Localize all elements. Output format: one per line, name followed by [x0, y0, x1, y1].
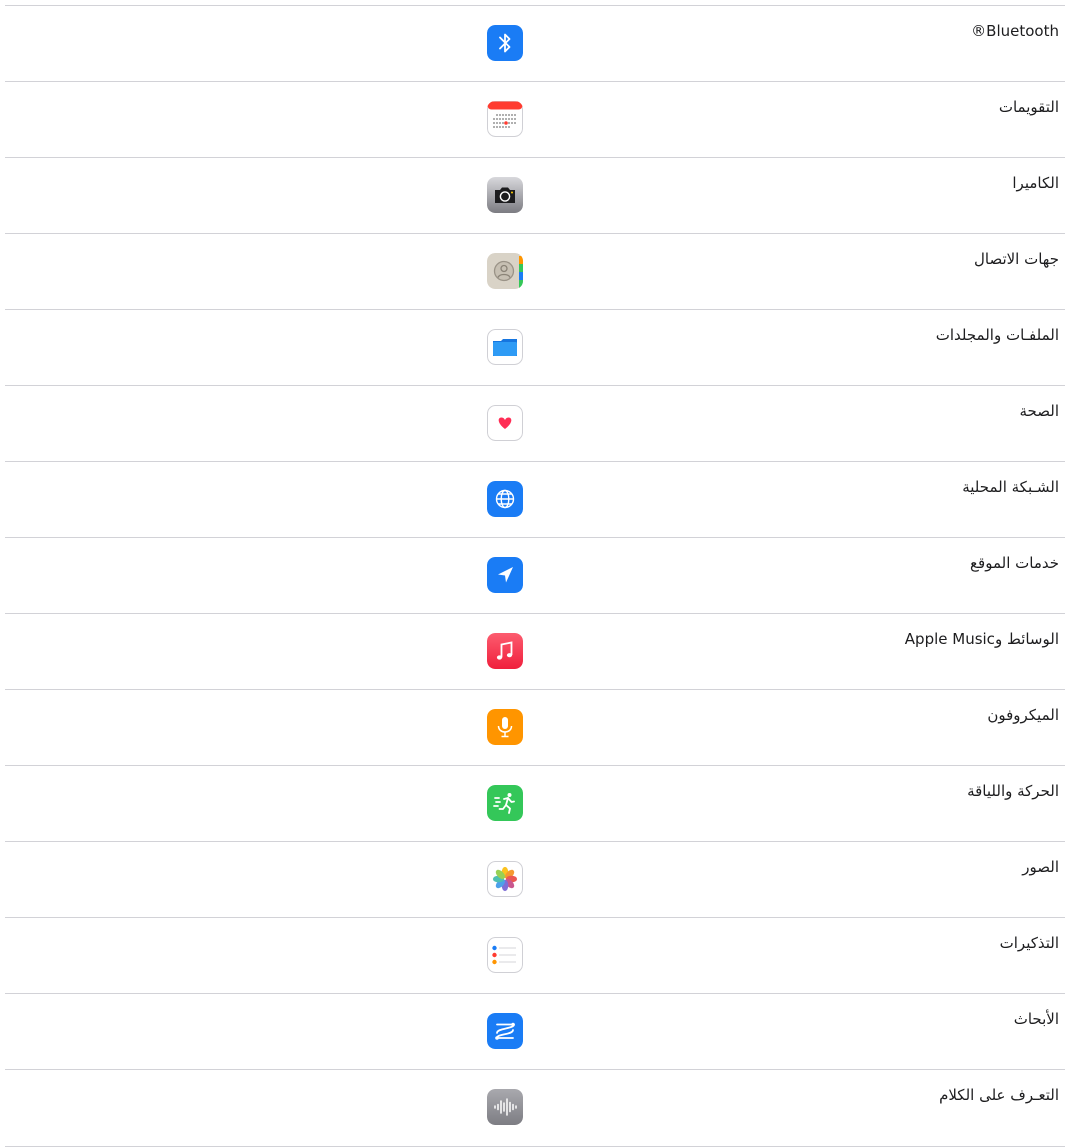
permission-row-health: الصحة: [5, 385, 1065, 462]
photos-icon: [487, 861, 523, 897]
microphone-icon: [487, 709, 523, 745]
permission-label: الأبحاث: [1013, 1010, 1059, 1028]
speech-recognition-icon: [487, 1089, 523, 1125]
permission-label: خدمات الموقع: [970, 554, 1059, 572]
permission-row-photos: الصور: [5, 841, 1065, 918]
permission-row-camera: الكاميرا: [5, 157, 1065, 234]
bluetooth-icon: [487, 25, 523, 61]
permission-label: الصور: [1022, 858, 1059, 876]
location-services-icon: [487, 557, 523, 593]
privacy-permissions-table: Bluetooth® التقويمات الكاميرا جهات الاتص…: [0, 0, 1070, 1147]
reminders-icon: [487, 937, 523, 973]
camera-icon: [487, 177, 523, 213]
permission-row-reminders: التذكيرات: [5, 917, 1065, 994]
permission-label: التقويمات: [998, 98, 1059, 116]
permission-label: جهات الاتصال: [973, 250, 1059, 268]
permission-label: الكاميرا: [1012, 174, 1059, 192]
permission-row-local-network: الشـبكة المحلية: [5, 461, 1065, 538]
music-icon: [487, 633, 523, 669]
local-network-icon: [487, 481, 523, 517]
permission-label: الوسائط وApple Music: [904, 630, 1059, 648]
permission-row-speech-recognition: التعـرف على الكلام: [5, 1069, 1065, 1147]
permission-row-media-apple-music: الوسائط وApple Music: [5, 613, 1065, 690]
permission-label: التعـرف على الكلام: [939, 1086, 1059, 1104]
calendar-icon: [487, 101, 523, 137]
permission-label: التذكيرات: [999, 934, 1059, 952]
permission-row-research: الأبحاث: [5, 993, 1065, 1070]
permission-label: الملفـات والمجلدات: [935, 326, 1059, 344]
permission-row-microphone: الميكروفون: [5, 689, 1065, 766]
contacts-icon: [487, 253, 523, 289]
permission-row-location-services: خدمات الموقع: [5, 537, 1065, 614]
permission-row-files-folders: الملفـات والمجلدات: [5, 309, 1065, 386]
health-icon: [487, 405, 523, 441]
permission-label: الشـبكة المحلية: [962, 478, 1059, 496]
permission-label: الصحة: [1019, 402, 1059, 420]
permission-row-calendars: التقويمات: [5, 81, 1065, 158]
permission-label: Bluetooth®: [971, 22, 1059, 40]
motion-fitness-icon: [487, 785, 523, 821]
permission-label: الحركة واللياقة: [967, 782, 1059, 800]
research-icon: [487, 1013, 523, 1049]
permission-row-bluetooth: Bluetooth®: [5, 5, 1065, 82]
permission-row-contacts: جهات الاتصال: [5, 233, 1065, 310]
permission-label: الميكروفون: [987, 706, 1059, 724]
permission-row-motion-fitness: الحركة واللياقة: [5, 765, 1065, 842]
files-icon: [487, 329, 523, 365]
